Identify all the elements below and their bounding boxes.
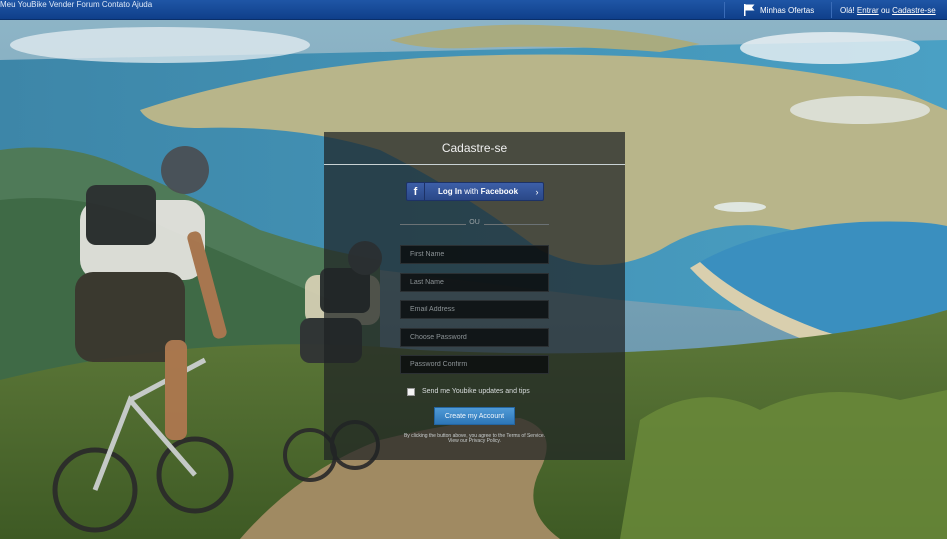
privacy-text[interactable]: View our Privacy Policy. (324, 439, 625, 444)
or-text: ou (880, 6, 890, 15)
nav-forum[interactable]: Forum (77, 0, 100, 9)
nav-vender[interactable]: Vender (49, 0, 74, 9)
nav-ajuda[interactable]: Ajuda (132, 0, 152, 9)
signup-panel: Cadastre-se f Log In with Facebook › OU … (324, 132, 625, 460)
nav-meu-youbike[interactable]: Meu YouBike (0, 0, 47, 9)
newsletter-label: Send me Youbike updates and tips (422, 388, 530, 395)
password-confirm-field[interactable] (400, 355, 549, 374)
facebook-login-button[interactable]: f Log In with Facebook › (406, 182, 544, 201)
newsletter-checkbox[interactable] (407, 388, 415, 396)
panel-header: Cadastre-se (324, 132, 625, 165)
facebook-button-label: Log In with Facebook (437, 187, 519, 196)
nav-divider (724, 2, 725, 18)
nav-contato[interactable]: Contato (102, 0, 130, 9)
greeting-text: Olá! (840, 6, 855, 15)
or-divider-label: OU (469, 219, 480, 226)
panel-title: Cadastre-se (441, 141, 508, 155)
nav-divider (831, 2, 832, 18)
flag-icon[interactable] (744, 4, 755, 16)
chevron-right-icon: › (535, 186, 539, 197)
signup-link[interactable]: Cadastre-se (892, 6, 936, 15)
email-field[interactable] (400, 300, 549, 319)
top-navigation-bar: Meu YouBike Vender Forum Contato Ajuda M… (0, 0, 947, 20)
terms-notice: By clicking the button above, you agree … (324, 434, 625, 444)
facebook-icon: f (407, 183, 425, 200)
user-greeting: Olá! Entrar ou Cadastre-se (840, 6, 936, 15)
first-name-field[interactable] (400, 245, 549, 264)
last-name-field[interactable] (400, 273, 549, 292)
create-account-button[interactable]: Create my Account (434, 407, 515, 425)
password-field[interactable] (400, 328, 549, 347)
login-link[interactable]: Entrar (857, 6, 879, 15)
my-offers-link[interactable]: Minhas Ofertas (760, 6, 814, 15)
